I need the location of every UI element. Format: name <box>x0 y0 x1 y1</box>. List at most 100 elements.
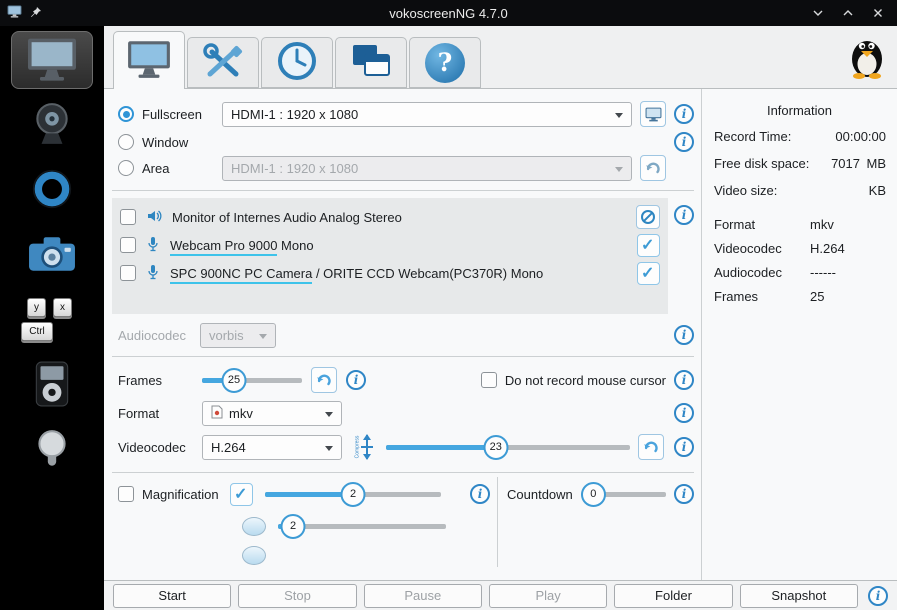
info-icon[interactable] <box>470 484 490 504</box>
magnification-shape-radio[interactable] <box>242 546 266 565</box>
magnification-size-row: 2 <box>118 512 490 540</box>
info-icon[interactable] <box>674 325 694 345</box>
record-time-value: 00:00:00 <box>835 129 886 144</box>
sidebar-item-webcam[interactable] <box>11 96 93 154</box>
format-info-label: Format <box>714 217 810 232</box>
tab-help[interactable] <box>409 37 481 88</box>
area-radio[interactable] <box>118 160 134 176</box>
magnification-shape-radio[interactable] <box>242 517 266 536</box>
quality-slider-handle[interactable]: 23 <box>483 435 508 460</box>
frames-slider-handle[interactable]: 25 <box>222 368 247 393</box>
power-ring-icon <box>31 168 73 213</box>
sidebar-item-screen[interactable] <box>11 31 93 89</box>
sidebar-item-player[interactable] <box>11 356 93 414</box>
frames-row: Frames 25 Do not record mouse cursor <box>118 366 694 394</box>
cursor-option: Do not record mouse cursor <box>481 370 694 390</box>
tux-penguin-icon <box>847 32 887 83</box>
app-monitor-icon <box>7 5 22 21</box>
area-display-value: HDMI-1 : 1920 x 1080 <box>231 161 358 176</box>
info-icon[interactable] <box>674 205 694 225</box>
magnification-slider-2[interactable]: 2 <box>278 514 446 539</box>
info-icon[interactable] <box>868 586 888 606</box>
microphone-icon <box>146 236 160 255</box>
area-reset-button[interactable] <box>640 155 666 181</box>
info-icon[interactable] <box>674 132 694 152</box>
tab-timer[interactable] <box>261 37 333 88</box>
compress-label: Compress <box>354 436 360 459</box>
audiocodec-row: Audiocodec vorbis <box>118 322 694 348</box>
sidebar-item-stopwatch[interactable] <box>11 161 93 219</box>
window-label: Window <box>142 135 188 150</box>
fullscreen-display-select[interactable]: HDMI-1 : 1920 x 1080 <box>222 102 632 127</box>
device-enabled-checkbox[interactable] <box>637 234 660 257</box>
window-title: vokoscreenNG 4.7.0 <box>0 6 897 21</box>
info-icon[interactable] <box>674 437 694 457</box>
speaker-icon <box>146 208 162 227</box>
sidebar-item-hotkeys[interactable]: y x Ctrl <box>11 291 93 349</box>
close-button[interactable] <box>871 6 885 20</box>
window-radio[interactable] <box>118 134 134 150</box>
sidebar-item-camera[interactable] <box>11 226 93 284</box>
quality-reset-button[interactable] <box>638 434 664 460</box>
snapshot-button[interactable]: Snapshot <box>740 584 858 608</box>
magnification-shape-checkbox[interactable] <box>230 483 253 506</box>
frames-info-label: Frames <box>714 289 810 304</box>
info-icon[interactable] <box>674 370 694 390</box>
video-size-row: Video size: KB <box>702 183 897 198</box>
frames-label: Frames <box>118 373 202 388</box>
information-panel: Information Record Time: 00:00:00 Free d… <box>701 89 897 581</box>
mute-button[interactable] <box>636 205 660 229</box>
format-info-row: Format mkv <box>702 217 897 232</box>
magnification-slider-1[interactable]: 2 <box>265 482 441 507</box>
info-icon[interactable] <box>674 104 694 124</box>
camera-icon <box>28 235 76 276</box>
separator <box>112 472 694 473</box>
start-button[interactable]: Start <box>113 584 231 608</box>
audio-device-box: Monitor of Internes Audio Analog Stereo … <box>112 198 668 314</box>
frames-slider[interactable]: 25 <box>202 368 302 393</box>
countdown-slider[interactable]: 0 <box>581 482 666 507</box>
maximize-button[interactable] <box>841 6 855 20</box>
player-icon <box>35 361 69 410</box>
info-icon[interactable] <box>674 484 694 504</box>
audiocodec-select: vorbis <box>200 323 276 348</box>
sidebar-item-tips[interactable] <box>11 421 93 479</box>
microphone-icon <box>146 264 160 283</box>
device-enabled-checkbox[interactable] <box>637 262 660 285</box>
audio-device-checkbox[interactable] <box>120 209 136 225</box>
info-icon[interactable] <box>674 403 694 423</box>
info-icon[interactable] <box>346 370 366 390</box>
tab-tools[interactable] <box>187 37 259 88</box>
audio-device-checkbox[interactable] <box>120 265 136 281</box>
audiocodec-info-label: Audiocodec <box>714 265 810 280</box>
tab-windows[interactable] <box>335 37 407 88</box>
windows-icon <box>349 41 393 84</box>
videocodec-info-value: H.264 <box>810 241 845 256</box>
fullscreen-display-value: HDMI-1 : 1920 x 1080 <box>231 107 358 122</box>
format-select[interactable]: mkv <box>202 401 342 426</box>
record-time-label: Record Time: <box>714 129 791 144</box>
device-suffix: / ORITE CCD Webcam(PC370R) Mono <box>312 266 543 281</box>
no-cursor-checkbox[interactable] <box>481 372 497 388</box>
folder-button[interactable]: Folder <box>614 584 732 608</box>
record-time-row: Record Time: 00:00:00 <box>702 129 897 144</box>
audiocodec-value: vorbis <box>209 328 244 343</box>
pin-icon[interactable] <box>30 6 42 21</box>
minimize-button[interactable] <box>811 6 825 20</box>
quality-slider[interactable]: 23 <box>386 435 630 460</box>
magnification-checkbox[interactable] <box>118 486 134 502</box>
countdown-slider-handle[interactable]: 0 <box>581 482 606 507</box>
tab-screen[interactable] <box>113 31 185 89</box>
fullscreen-radio[interactable] <box>118 106 134 122</box>
videocodec-select[interactable]: H.264 <box>202 435 342 460</box>
frames-reset-button[interactable] <box>311 367 337 393</box>
audio-device-label: Webcam Pro 9000 Mono <box>170 238 314 253</box>
format-info-value: mkv <box>810 217 834 232</box>
show-display-button[interactable] <box>640 101 666 127</box>
magnification-slider-2-handle[interactable]: 2 <box>281 514 306 539</box>
hotkeys-icon: y x Ctrl <box>19 296 85 344</box>
key-y: y <box>27 298 46 317</box>
magnification-slider-1-handle[interactable]: 2 <box>341 482 366 507</box>
audiocodec-info-value: ------ <box>810 265 836 280</box>
audio-device-checkbox[interactable] <box>120 237 136 253</box>
